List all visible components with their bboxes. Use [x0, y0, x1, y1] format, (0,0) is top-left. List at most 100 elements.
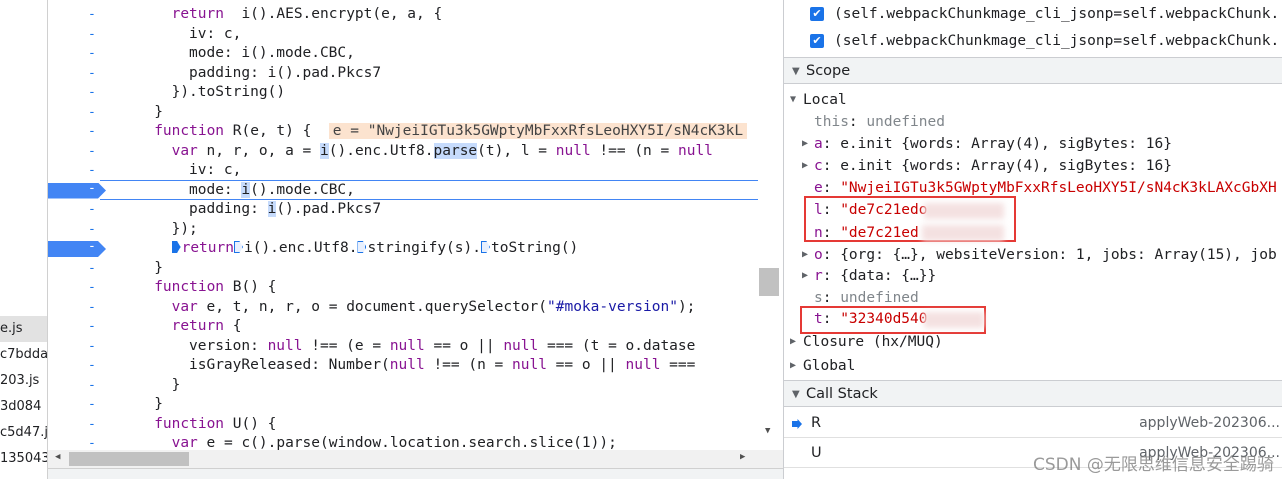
breakpoint-checkbox[interactable]: ✔ [810, 7, 824, 21]
gutter-marker[interactable]: - [48, 64, 100, 84]
collapse-triangle-icon: ▶ [802, 270, 809, 281]
variable-name: this [814, 114, 849, 130]
scope-section-header[interactable]: ▼ Scope [784, 57, 1282, 84]
gutter-marker[interactable]: - [48, 5, 100, 25]
breakpoint-checkbox[interactable]: ✔ [810, 34, 824, 48]
call-stack-title: Call Stack [806, 386, 878, 402]
gutter-marker[interactable]: - [48, 122, 100, 142]
gutter-marker[interactable]: - [48, 317, 100, 337]
code-line[interactable]: function U() { [154, 415, 276, 435]
code-line[interactable]: function R(e, t) { e = "NwjeiIGTu3k5GWpt… [154, 122, 748, 142]
code-line[interactable]: } [172, 376, 181, 396]
code-line[interactable]: mode: i().mode.CBC, [189, 44, 355, 64]
code-token: (t), l = [477, 142, 556, 159]
code-token: null [512, 357, 547, 373]
code-line[interactable]: iv: c, [189, 161, 241, 181]
code-line[interactable]: function B() { [154, 278, 276, 298]
gutter-marker[interactable]: - [48, 220, 100, 240]
code-token: { [223, 318, 242, 334]
gutter-marker[interactable]: - [48, 395, 100, 415]
gutter-marker[interactable]: - [48, 337, 100, 357]
code-line[interactable]: isGrayReleased: Number(null !== (n = nul… [189, 356, 695, 376]
code-token: toString() [490, 240, 579, 256]
variable-value: {org: {…}, websiteVersion: 1, jobs: Arra… [840, 247, 1277, 263]
code-area[interactable]: return i().AES.encrypt(e, a, {iv: c, mode… [102, 0, 782, 452]
breakpoint-entry[interactable]: ✔ (self.webpackChunkmage_cli_jsonp=self.w… [784, 1, 1282, 27]
redaction-blur [922, 225, 1004, 241]
code-line[interactable]: }); [172, 220, 198, 240]
code-token: ().pad.Pkcs7 [276, 201, 382, 217]
vertical-scrollbar[interactable] [758, 0, 783, 452]
code-line[interactable]: return i().enc.Utf8. stringify(s). toString… [171, 239, 579, 259]
vertical-scrollbar-thumb[interactable] [759, 268, 779, 296]
code-line[interactable]: mode: i().mode.CBC, [189, 181, 355, 201]
line-gutter[interactable]: ----------------------- [48, 0, 106, 452]
file-item[interactable]: c7bdda [0, 342, 47, 368]
code-token: U() { [224, 415, 277, 432]
code-token: padding: i().pad.Pkcs7 [189, 64, 382, 81]
code-line[interactable]: var n, r, o, a = i().enc.Utf8.parse(t), … [172, 142, 713, 162]
code-token: == o || [546, 357, 626, 373]
code-line[interactable]: version: null !== (e = null == o || null… [189, 337, 695, 357]
file-item[interactable]: 3d084 [0, 394, 47, 420]
code-token: null [389, 357, 425, 373]
gutter-marker[interactable]: - [48, 200, 100, 220]
gutter-marker[interactable]: - [48, 415, 100, 435]
code-line[interactable]: } [154, 395, 163, 415]
code-token: var [171, 142, 198, 159]
gutter-marker[interactable]: - [48, 356, 100, 376]
variable-separator: : [822, 268, 841, 284]
code-token: i().enc.Utf8. [243, 240, 358, 256]
variable-value: {data: {…}} [840, 268, 937, 284]
variable-value: e.init {words: Array(4), sigBytes: 16} [840, 158, 1172, 174]
variable-separator: : [822, 158, 841, 174]
code-line[interactable]: padding: i().pad.Pkcs7 [189, 64, 381, 84]
gutter-marker[interactable]: - [48, 25, 100, 45]
code-line[interactable]: return i().AES.encrypt(e, a, { [172, 5, 443, 25]
gutter-marker[interactable]: - [48, 298, 100, 318]
gutter-marker[interactable]: - [48, 83, 100, 103]
variable-value: undefined [840, 290, 919, 306]
file-item[interactable]: c5d47.j [0, 420, 47, 446]
scroll-down-icon[interactable]: ▼ [765, 426, 770, 436]
variable-separator: : [822, 247, 841, 263]
file-item[interactable]: 135043 [0, 446, 47, 472]
call-frame[interactable]: RapplyWeb-202306... [784, 408, 1282, 438]
breakpoint-entry[interactable]: ✔ (self.webpackChunkmage_cli_jsonp=self.w… [784, 28, 1282, 54]
gutter-marker[interactable]: - [48, 259, 100, 279]
breakpoint-code: (self.webpackChunkmage_cli_jsonp=self.we… [834, 6, 1282, 22]
scroll-left-icon[interactable]: ◀ [55, 452, 60, 462]
code-token: function [154, 279, 225, 295]
step-marker-icon[interactable] [480, 241, 490, 253]
code-line[interactable]: }).toString() [172, 83, 286, 103]
inline-value-preview: e = "NwjeiIGTu3k5GWptyMbFxxRfsLeoHXY5I/s… [328, 123, 748, 139]
gutter-marker[interactable]: - [48, 44, 100, 64]
code-line[interactable]: iv: c, [189, 25, 241, 45]
call-stack-header[interactable]: ▼ Call Stack [784, 380, 1282, 407]
horizontal-scrollbar-thumb[interactable] [69, 452, 189, 466]
breakpoint-marker[interactable]: - [48, 241, 106, 257]
code-line[interactable]: var e, t, n, r, o = document.querySelect… [172, 298, 696, 318]
file-item[interactable]: 203.js [0, 368, 47, 394]
code-line[interactable]: } [154, 103, 163, 123]
gutter-marker[interactable]: - [48, 161, 100, 181]
step-marker-icon[interactable] [233, 241, 243, 253]
code-token: ().mode.CBC, [250, 181, 355, 198]
code-token: mode: i().mode.CBC, [189, 45, 355, 61]
code-line[interactable]: padding: i().pad.Pkcs7 [189, 200, 381, 220]
breakpoint-code: (self.webpackChunkmage_cli_jsonp=self.we… [834, 33, 1282, 49]
source-editor[interactable]: ----------------------- return i().AES.e… [48, 0, 783, 479]
gutter-marker[interactable]: - [48, 376, 100, 396]
code-line[interactable]: return { [172, 317, 242, 337]
gutter-marker[interactable]: - [48, 278, 100, 298]
frame-location-link[interactable]: applyWeb-202306... [1139, 408, 1280, 438]
file-item[interactable]: e.js [0, 316, 47, 342]
variable-value: "NwjeiIGTu3k5GWptyMbFxxRfsLeoHXY5I/sN4cK… [840, 180, 1277, 196]
step-marker-icon[interactable] [171, 241, 181, 253]
gutter-marker[interactable]: - [48, 142, 100, 162]
code-line[interactable]: } [154, 259, 163, 279]
scroll-right-icon[interactable]: ▶ [740, 452, 745, 462]
breakpoint-marker[interactable]: - [48, 182, 106, 199]
gutter-marker[interactable]: - [48, 103, 100, 123]
step-marker-icon[interactable] [357, 241, 367, 253]
